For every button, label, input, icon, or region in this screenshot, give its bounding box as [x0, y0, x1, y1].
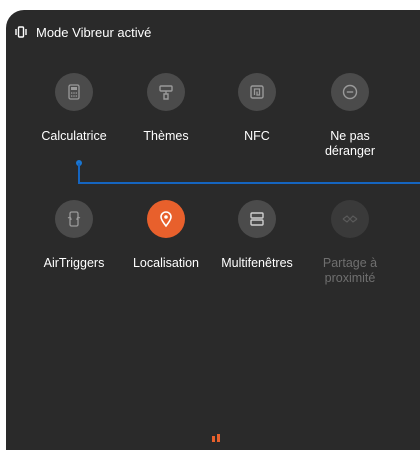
tile-calculatrice[interactable]: Calculatrice: [24, 73, 124, 144]
tile-airtriggers[interactable]: AirTriggers: [24, 200, 124, 271]
do-not-disturb-icon: [331, 73, 369, 111]
tile-label-line: Ne pas: [330, 129, 370, 143]
tile-label: Localisation: [132, 256, 199, 270]
drag-handle-icon[interactable]: [210, 434, 226, 442]
tile-label: Thèmes: [143, 129, 189, 143]
tile-localisation[interactable]: Localisation: [116, 200, 216, 271]
vibrate-icon: [14, 26, 28, 38]
status-bar: Mode Vibreur activé: [14, 23, 151, 41]
nearby-share-icon: [331, 200, 369, 238]
nfc-icon: [238, 73, 276, 111]
tile-partage-proximite[interactable]: Partage à proximité: [300, 200, 400, 286]
airtriggers-icon: [55, 200, 93, 238]
tile-label-line: proximité: [324, 271, 376, 285]
tile-label: Ne pas déranger: [300, 129, 400, 159]
tile-ne-pas-deranger[interactable]: Ne pas déranger: [300, 73, 400, 159]
tile-themes[interactable]: Thèmes: [116, 73, 216, 144]
tile-label: NFC: [244, 129, 270, 143]
paint-roller-icon: [147, 73, 185, 111]
tile-multifenetres[interactable]: Multifenêtres: [207, 200, 307, 271]
status-text: Mode Vibreur activé: [36, 24, 152, 40]
location-pin-icon: [147, 200, 185, 238]
tile-label-line: déranger: [324, 144, 376, 158]
tile-label: Partage à proximité: [300, 256, 400, 286]
tile-label: Multifenêtres: [221, 256, 293, 270]
tile-label-line: Partage à: [322, 256, 378, 270]
split-screen-icon: [238, 200, 276, 238]
tile-nfc[interactable]: NFC: [207, 73, 307, 144]
tile-label: AirTriggers: [43, 256, 105, 270]
calculator-icon: [55, 73, 93, 111]
tile-label: Calculatrice: [41, 129, 107, 143]
